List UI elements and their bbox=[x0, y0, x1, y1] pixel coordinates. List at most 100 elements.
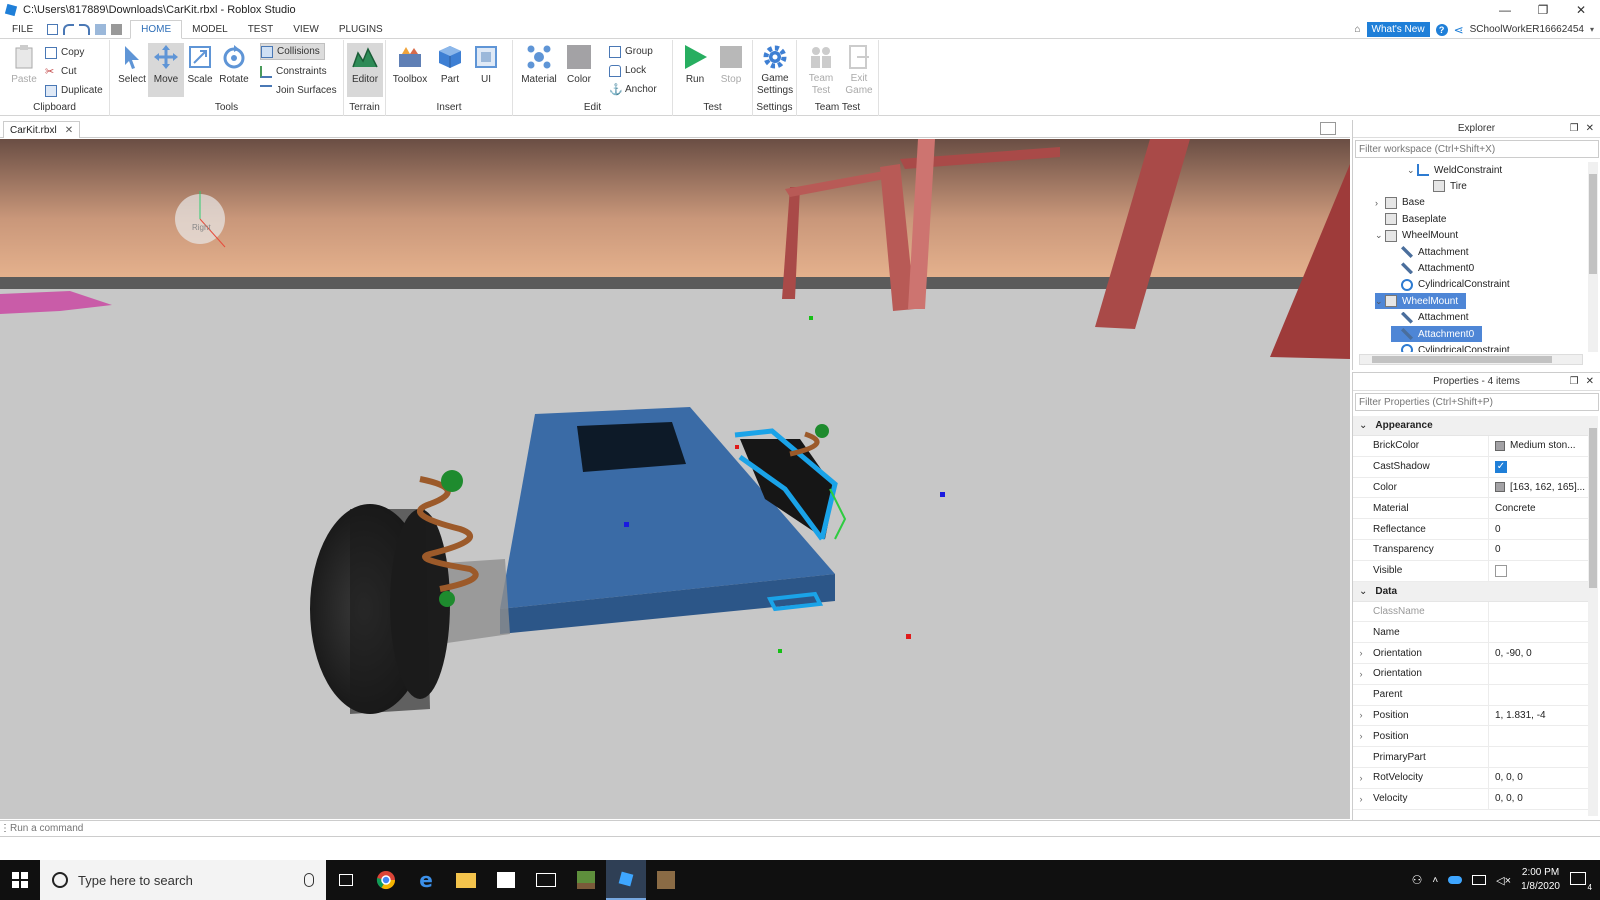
chevron-right-icon[interactable]: › bbox=[1353, 726, 1369, 746]
property-row[interactable]: ClassName bbox=[1353, 601, 1589, 623]
property-row[interactable]: Name bbox=[1353, 622, 1589, 644]
notifications-button[interactable]: 4 bbox=[1570, 872, 1592, 892]
chevron-right-icon[interactable]: › bbox=[1353, 664, 1369, 684]
collapse-ribbon-icon[interactable]: ⌂ bbox=[1354, 24, 1360, 35]
property-value[interactable]: ✓ bbox=[1489, 457, 1589, 477]
property-value[interactable] bbox=[1489, 726, 1589, 746]
property-value[interactable]: Concrete bbox=[1489, 498, 1589, 518]
color-swatch-icon[interactable] bbox=[1495, 440, 1505, 451]
property-value[interactable] bbox=[1489, 747, 1589, 767]
property-value[interactable] bbox=[1489, 561, 1589, 581]
explorer-item[interactable]: ⌄ WheelMount bbox=[1375, 228, 1466, 244]
taskbar-search[interactable]: Type here to search bbox=[40, 860, 326, 900]
chevron-down-icon[interactable]: ⌄ bbox=[1375, 296, 1385, 307]
property-value[interactable] bbox=[1489, 602, 1589, 622]
minecraft-taskbar-button[interactable] bbox=[566, 860, 606, 900]
stop-icon[interactable] bbox=[111, 23, 123, 35]
people-icon[interactable]: ⚇ bbox=[1412, 873, 1423, 887]
command-input[interactable] bbox=[10, 823, 1580, 834]
explorer-item[interactable]: CylindricalConstraint bbox=[1391, 342, 1518, 352]
explorer-item[interactable]: Attachment0 bbox=[1391, 260, 1482, 276]
task-view-button[interactable] bbox=[326, 860, 366, 900]
file-explorer-taskbar-button[interactable] bbox=[446, 860, 486, 900]
property-value[interactable]: 0, -90, 0 bbox=[1489, 643, 1589, 663]
start-button[interactable] bbox=[0, 860, 40, 900]
property-row[interactable]: › Velocity 0, 0, 0 bbox=[1353, 788, 1589, 810]
scrollbar-thumb[interactable] bbox=[1372, 356, 1552, 363]
properties-vertical-scrollbar[interactable] bbox=[1588, 416, 1598, 816]
roblox-studio-taskbar-button[interactable] bbox=[606, 860, 646, 900]
property-value[interactable]: 0 bbox=[1489, 519, 1589, 539]
explorer-item[interactable]: › Base bbox=[1375, 195, 1433, 211]
property-value[interactable]: 0, 0, 0 bbox=[1489, 768, 1589, 788]
chevron-right-icon[interactable]: › bbox=[1353, 643, 1369, 663]
file-menu[interactable]: FILE bbox=[0, 24, 41, 35]
chevron-right-icon[interactable]: › bbox=[1353, 768, 1369, 788]
explorer-item[interactable]: Attachment bbox=[1391, 310, 1477, 326]
publish-icon[interactable] bbox=[95, 23, 107, 35]
explorer-item[interactable]: Attachment bbox=[1391, 244, 1477, 260]
tab-home[interactable]: HOME bbox=[130, 20, 183, 39]
property-row[interactable]: Reflectance 0 bbox=[1353, 519, 1589, 540]
ui-button[interactable]: UI bbox=[468, 43, 504, 97]
tab-model[interactable]: MODEL bbox=[182, 21, 238, 38]
close-button[interactable]: ✕ bbox=[1562, 0, 1600, 20]
property-row[interactable]: › Orientation bbox=[1353, 663, 1589, 685]
property-value[interactable] bbox=[1489, 622, 1589, 642]
property-value[interactable] bbox=[1489, 664, 1589, 684]
scrollbar-thumb[interactable] bbox=[1589, 428, 1597, 588]
property-row[interactable]: PrimaryPart bbox=[1353, 747, 1589, 768]
cut-button[interactable]: ✂ Cut bbox=[45, 63, 77, 80]
undo-icon[interactable] bbox=[63, 23, 75, 35]
rotate-button[interactable]: Rotate bbox=[216, 43, 252, 97]
checkbox[interactable] bbox=[1495, 564, 1507, 577]
property-value[interactable]: [163, 162, 165]... bbox=[1489, 478, 1589, 498]
explorer-vertical-scrollbar[interactable] bbox=[1588, 162, 1598, 352]
move-button[interactable]: Move bbox=[148, 43, 184, 97]
checkbox[interactable]: ✓ bbox=[1495, 460, 1507, 473]
whats-new-button[interactable]: What's New bbox=[1366, 22, 1430, 37]
store-taskbar-button[interactable] bbox=[486, 860, 526, 900]
collisions-toggle[interactable]: Collisions bbox=[260, 43, 325, 60]
undock-icon[interactable]: ❐ bbox=[1570, 376, 1579, 387]
volume-icon[interactable]: ◁× bbox=[1496, 874, 1511, 887]
chevron-right-icon[interactable]: › bbox=[1353, 789, 1369, 809]
document-tab[interactable]: CarKit.rbxl ✕ bbox=[3, 121, 81, 138]
help-icon[interactable]: ? bbox=[1435, 23, 1448, 36]
explorer-item[interactable]: CylindricalConstraint bbox=[1391, 277, 1518, 293]
explorer-item[interactable]: Baseplate bbox=[1375, 211, 1454, 227]
viewport-layout-icon[interactable] bbox=[1320, 122, 1336, 135]
scale-button[interactable]: Scale bbox=[182, 43, 218, 97]
paste-button[interactable]: Paste bbox=[6, 43, 42, 97]
property-row[interactable]: Transparency 0 bbox=[1353, 539, 1589, 561]
new-file-icon[interactable] bbox=[47, 23, 59, 35]
share-icon[interactable]: ⋖ bbox=[1454, 23, 1464, 37]
explorer-item[interactable]: ⌄ WeldConstraint bbox=[1407, 162, 1510, 178]
property-row[interactable]: CastShadow ✓ bbox=[1353, 456, 1589, 478]
explorer-horizontal-scrollbar[interactable] bbox=[1359, 354, 1583, 365]
redo-icon[interactable] bbox=[79, 23, 91, 35]
drag-handle-icon[interactable]: ⋮ bbox=[0, 823, 10, 834]
part-button[interactable]: Part bbox=[432, 43, 468, 97]
properties-filter-input[interactable] bbox=[1355, 393, 1599, 411]
chevron-right-icon[interactable]: › bbox=[1353, 706, 1369, 726]
explorer-item[interactable]: Tire bbox=[1423, 178, 1475, 194]
color-button[interactable]: Color bbox=[561, 43, 597, 97]
terrain-editor-button[interactable]: Editor bbox=[347, 43, 383, 97]
anchor-button[interactable]: ⚓ Anchor bbox=[609, 81, 657, 98]
game-settings-button[interactable]: Game Settings bbox=[757, 43, 793, 97]
property-row[interactable]: Material Concrete bbox=[1353, 498, 1589, 520]
close-tab-icon[interactable]: ✕ bbox=[65, 125, 73, 136]
roblox-taskbar-button[interactable] bbox=[646, 860, 686, 900]
toolbox-button[interactable]: Toolbox bbox=[392, 43, 428, 97]
close-icon[interactable]: ✕ bbox=[1586, 376, 1594, 387]
constraints-button[interactable]: Constraints bbox=[260, 63, 327, 80]
property-value[interactable]: 0, 0, 0 bbox=[1489, 789, 1589, 809]
edge-taskbar-button[interactable]: e bbox=[406, 860, 446, 900]
undock-icon[interactable]: ❐ bbox=[1570, 123, 1579, 134]
property-row[interactable]: Visible bbox=[1353, 560, 1589, 582]
explorer-item[interactable]: ⌄ WheelMount bbox=[1375, 293, 1467, 310]
chrome-taskbar-button[interactable] bbox=[366, 860, 406, 900]
explorer-item[interactable]: Attachment0 bbox=[1391, 326, 1483, 342]
clock[interactable]: 2:00 PM 1/8/2020 bbox=[1521, 866, 1560, 894]
